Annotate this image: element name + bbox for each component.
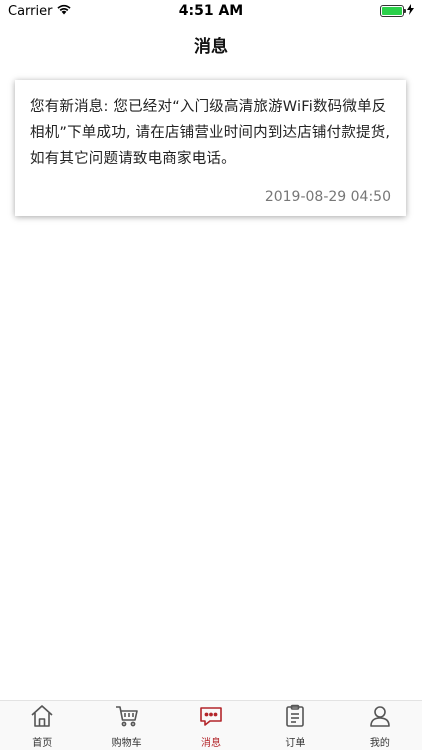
- tab-messages-label: 消息: [201, 737, 222, 749]
- status-right: [380, 3, 414, 19]
- cart-icon: [114, 703, 140, 732]
- status-left: Carrier: [8, 3, 72, 19]
- order-icon: [282, 703, 308, 732]
- wifi-icon: [56, 3, 72, 19]
- tab-orders-label: 订单: [285, 737, 306, 749]
- message-card[interactable]: 您有新消息: 您已经对“入门级高清旅游WiFi数码微单反相机”下单成功, 请在店…: [15, 80, 406, 216]
- nav-bar: 消息: [0, 22, 422, 66]
- tab-orders[interactable]: 订单: [253, 701, 337, 750]
- home-icon: [29, 703, 55, 732]
- tab-profile[interactable]: 我的: [338, 701, 422, 750]
- profile-icon: [367, 703, 393, 732]
- message-icon: [198, 703, 224, 732]
- tab-home[interactable]: 首页: [0, 701, 84, 750]
- tab-cart-label: 购物车: [111, 737, 142, 749]
- tab-home-label: 首页: [32, 737, 53, 749]
- message-time: 2019-08-29 04:50: [264, 189, 391, 205]
- tab-profile-label: 我的: [369, 737, 390, 749]
- page-title: 消息: [194, 36, 228, 57]
- tab-messages[interactable]: 消息: [169, 701, 253, 750]
- tab-bar: 首页 购物车 消息 订单 我的: [0, 700, 422, 750]
- message-list: 您有新消息: 您已经对“入门级高清旅游WiFi数码微单反相机”下单成功, 请在店…: [0, 66, 422, 700]
- status-bar: Carrier 4:51 AM: [0, 0, 422, 22]
- tab-cart[interactable]: 购物车: [84, 701, 168, 750]
- battery-icon: [380, 5, 406, 17]
- charging-icon: [407, 3, 414, 19]
- carrier-label: Carrier: [8, 3, 53, 19]
- message-text: 您有新消息: 您已经对“入门级高清旅游WiFi数码微单反相机”下单成功, 请在店…: [30, 99, 391, 167]
